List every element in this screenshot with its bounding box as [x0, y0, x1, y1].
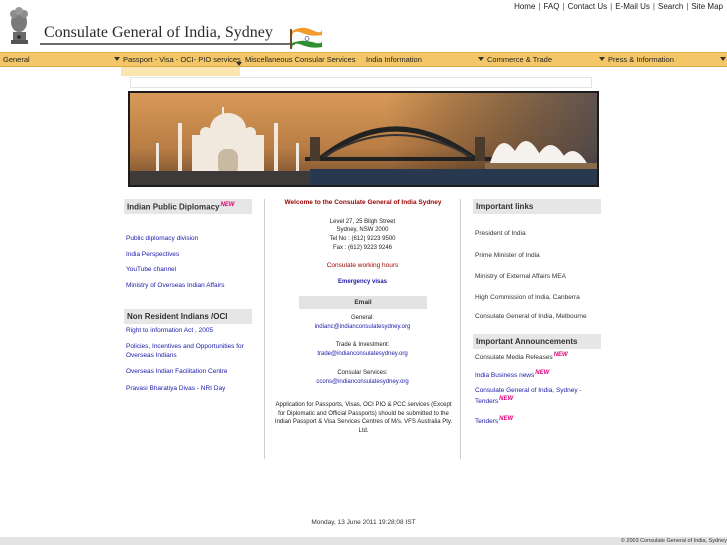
fax-line: Fax : (612) 9223 9246 — [332, 245, 393, 251]
site-title: Consulate General of India, Sydney — [44, 24, 273, 41]
moia-link[interactable]: Ministry of Overseas Indian Affairs — [126, 282, 225, 289]
chevron-down-icon[interactable] — [236, 62, 242, 66]
oifc-link[interactable]: Overseas Indian Facilitation Centre — [126, 368, 228, 375]
banner-image — [128, 91, 599, 187]
nav-india-information[interactable]: India Information — [366, 55, 422, 64]
contact-us-link[interactable]: Contact Us — [568, 2, 608, 11]
new-badge-icon: NEW — [535, 370, 550, 376]
faq-link[interactable]: FAQ — [543, 2, 559, 11]
consulate-melbourne-link[interactable]: Consulate General of India, Melbourne — [475, 313, 587, 320]
india-perspectives-link[interactable]: India Perspectives — [126, 251, 179, 258]
new-badge-icon: NEW — [499, 396, 514, 402]
prime-minister-link[interactable]: Prime Minister of India — [475, 252, 540, 259]
top-links: Home | FAQ | Contact Us | E-Mail Us | Search | Sit… — [514, 2, 723, 11]
column-divider — [264, 199, 265, 459]
address-line: Level 27, 25 Bligh Street — [329, 219, 396, 225]
working-hours-link[interactable]: Consulate working hours — [270, 262, 455, 270]
column-divider — [460, 199, 461, 459]
youtube-channel-link[interactable]: YouTube channel — [126, 266, 176, 273]
consular-email-label: Consular Services: — [337, 370, 388, 376]
footer-date: Monday, 13 June 2011 19:28:08 IST — [311, 519, 416, 526]
national-emblem-icon — [10, 7, 28, 44]
chevron-down-icon[interactable] — [720, 57, 726, 61]
consular-email-link[interactable]: ccons@indianconsulatesydney.org — [270, 379, 455, 387]
main-nav: General Passport - Visa - OCI- PIO servi… — [0, 52, 727, 67]
nav-misc-consular[interactable]: Miscellaneous Consular Services — [245, 55, 355, 64]
trade-email-label: Trade & Investment: — [335, 342, 390, 348]
pravasi-bharatiya-divas-link[interactable]: Pravasi Bharatiya Divas - NRI Day — [126, 385, 225, 392]
nav-commerce-trade[interactable]: Commerce & Trade — [487, 55, 552, 64]
media-releases-link[interactable]: Consulate Media ReleasesNEW — [475, 352, 568, 361]
nav-press-information[interactable]: Press & Information — [608, 55, 674, 64]
indian-public-diplomacy-heading: Indian Public DiplomacyNEW — [124, 199, 252, 214]
site-map-link[interactable]: Site Map — [691, 2, 723, 11]
new-badge-icon: NEW — [499, 416, 514, 422]
email-heading: Email — [299, 296, 427, 309]
chevron-down-icon[interactable] — [599, 57, 605, 61]
mea-link[interactable]: Ministry of External Affairs MEA — [475, 273, 566, 280]
general-email-link[interactable]: indianc@indianconsulatesydney.org — [270, 324, 455, 332]
address-line: Sydney, NSW 2000 — [336, 227, 389, 233]
emergency-visas-link[interactable]: Emergency visas — [270, 279, 455, 287]
tenders-link[interactable]: TendersNEW — [475, 416, 513, 425]
important-announcements-heading: Important Announcements — [473, 334, 601, 349]
chevron-down-icon[interactable] — [114, 57, 120, 61]
president-of-india-link[interactable]: President of India — [475, 230, 526, 237]
email-us-link[interactable]: E-Mail Us — [615, 2, 650, 11]
nri-oci-heading: Non Resident Indians /OCI — [124, 309, 252, 324]
banner-illustration — [130, 93, 597, 185]
indian-flag-icon — [290, 27, 323, 49]
india-business-news-link[interactable]: India Business newsNEW — [475, 370, 549, 379]
important-links-heading: Important links — [473, 199, 601, 214]
footer-bar — [0, 537, 727, 545]
footer-copyright: © 2003 Consulate General of India, Sydne… — [620, 538, 727, 544]
new-badge-icon: NEW — [553, 352, 568, 358]
trade-email-link[interactable]: trade@indianconsulatesydney.org — [270, 351, 455, 359]
nav-submenu-highlight — [121, 67, 240, 76]
passport-visa-notice: Application for Passports, Visas, OCI PI… — [274, 402, 453, 434]
public-diplomacy-division-link[interactable]: Public diplomacy division — [126, 235, 198, 242]
high-commission-canberra-link[interactable]: High Commission of India, Canberra — [475, 294, 580, 301]
content-frame-line — [130, 77, 592, 88]
site-header: Consulate General of India, Sydney Home |… — [0, 0, 727, 52]
consulate-sydney-tenders-link[interactable]: Consulate General of India, Sydney - Ten… — [475, 386, 600, 406]
policies-incentives-link[interactable]: Policies, Incentives and Opportunities f… — [126, 342, 258, 360]
nav-general[interactable]: General — [3, 55, 30, 64]
general-email-label: General: — [350, 315, 374, 321]
telephone-line: Tel No : (612) 9223 9500 — [329, 236, 396, 242]
search-link[interactable]: Search — [658, 2, 683, 11]
rti-act-link[interactable]: Right to information Act , 2005 — [126, 327, 213, 334]
nav-passport-visa[interactable]: Passport - Visa - OCI- PIO services — [123, 55, 241, 64]
welcome-heading: Welcome to the Consulate General of Indi… — [284, 199, 442, 206]
title-underline — [40, 43, 295, 45]
chevron-down-icon[interactable] — [478, 57, 484, 61]
new-badge-icon: NEW — [220, 202, 235, 208]
home-link[interactable]: Home — [514, 2, 535, 11]
